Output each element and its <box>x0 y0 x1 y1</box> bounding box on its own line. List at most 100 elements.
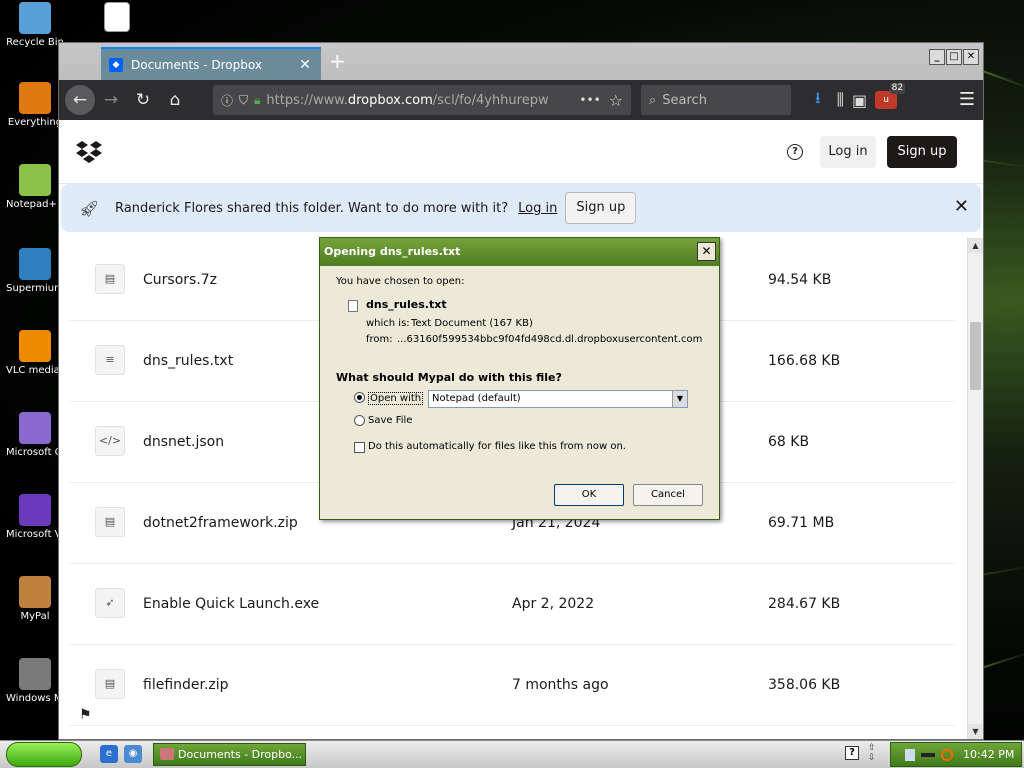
desktop-icon[interactable]: MyPal <box>6 576 64 623</box>
back-button[interactable]: ← <box>65 85 95 115</box>
dialog-filename: dns_rules.txt <box>366 298 447 311</box>
text-file-icon: ≡ <box>95 345 125 375</box>
banner-signup-button[interactable]: Sign up <box>565 192 637 224</box>
desktop-icon-label: Microsoft Office F... <box>6 447 64 458</box>
desktop-icon[interactable]: Notepad++ <box>6 164 64 211</box>
file-name[interactable]: Cursors.7z <box>143 272 217 288</box>
file-name[interactable]: dotnet2framework.zip <box>143 515 298 531</box>
save-file-label[interactable]: Save File <box>368 415 412 426</box>
desktop-icon-label: Windows Movie Maker <box>6 693 64 704</box>
reload-button[interactable]: ↻ <box>127 90 159 110</box>
file-size: 166.68 KB <box>768 353 841 369</box>
desktop-icon-label: MyPal <box>20 611 50 622</box>
search-placeholder: Search <box>662 92 707 108</box>
library-icon[interactable]: ⫼ <box>837 90 844 110</box>
maximize-button[interactable]: □ <box>946 49 962 65</box>
tray-arrows-icon[interactable]: ⇧ ⇩ <box>868 743 876 763</box>
forward-button[interactable]: → <box>95 90 127 110</box>
banner-message: Randerick Flores shared this folder. Wan… <box>115 200 509 216</box>
file-name[interactable]: filefinder.zip <box>143 677 229 693</box>
desktop-icon-label: Notepad++ <box>6 199 64 210</box>
download-icon[interactable]: ⭳ <box>815 87 821 114</box>
dropdown-arrow-icon[interactable]: ▼ <box>672 391 687 407</box>
sidebar-icon[interactable]: ▣ <box>852 91 867 110</box>
flag-icon[interactable]: ⚑ <box>79 707 92 723</box>
open-with-radio[interactable] <box>354 392 365 403</box>
tab-dropbox[interactable]: ◆ Documents - Dropbox ✕ <box>101 47 321 80</box>
clock[interactable]: 10:42 PM <box>963 743 1014 766</box>
desktop-icon[interactable]: Supermium <box>6 248 64 295</box>
media-icon[interactable]: ◉ <box>124 745 142 763</box>
dialog-close-button[interactable]: ✕ <box>697 242 716 261</box>
everything-icon <box>19 82 51 114</box>
navigation-toolbar: ← → ↻ ⌂ ⓘ ⛉ 🔒︎ https://www.dropbox.com/s… <box>59 80 983 120</box>
desktop-icon[interactable]: Everything <box>6 82 64 129</box>
scroll-up-arrow-icon[interactable]: ▲ <box>968 238 983 253</box>
search-icon: ⌕ <box>649 92 657 108</box>
back-arrow-icon: ← <box>72 90 88 110</box>
banner-login-link[interactable]: Log in <box>518 201 557 216</box>
file-size: 358.06 KB <box>768 677 841 693</box>
url-text[interactable]: https://www.dropbox.com/scl/fo/4yhhurepw <box>266 93 579 108</box>
page-actions-icon[interactable]: ••• <box>579 93 600 107</box>
everything-tray-icon[interactable] <box>941 748 953 761</box>
open-with-app-value: Notepad (default) <box>432 393 521 404</box>
file-size: 68 KB <box>768 434 810 450</box>
file-name[interactable]: dnsnet.json <box>143 434 224 450</box>
header-login-button[interactable]: Log in <box>820 136 876 168</box>
cancel-button[interactable]: Cancel <box>633 484 703 506</box>
battery-icon[interactable] <box>921 752 935 757</box>
new-tab-button[interactable]: + <box>329 51 346 71</box>
start-button[interactable] <box>6 742 82 767</box>
home-button[interactable]: ⌂ <box>159 90 191 110</box>
rocket-icon: 🚀︎ <box>79 198 100 218</box>
supermium-icon <box>19 248 51 280</box>
scrollbar-thumb[interactable] <box>970 322 981 390</box>
network-icon[interactable] <box>905 748 915 761</box>
open-with-app-select[interactable]: Notepad (default) ▼ <box>428 390 688 408</box>
desktop-icon[interactable]: VLC media player <box>6 330 64 377</box>
minimize-button[interactable]: _ <box>929 49 945 65</box>
help-tray-icon[interactable]: ? <box>845 746 859 760</box>
vlc-icon <box>19 330 51 362</box>
auto-action-label[interactable]: Do this automatically for files like thi… <box>368 441 626 452</box>
dialog-title: Opening dns_rules.txt <box>320 238 719 266</box>
info-icon[interactable]: ⓘ <box>221 92 233 109</box>
bookmark-star-icon[interactable]: ☆ <box>609 91 623 110</box>
desktop-icon[interactable]: Microsoft Office F... <box>6 412 64 459</box>
tab-close-icon[interactable]: ✕ <box>297 57 313 73</box>
desktop-icon[interactable]: Windows Movie Maker <box>6 658 64 705</box>
file-size: 94.54 KB <box>768 272 832 288</box>
file-name[interactable]: dns_rules.txt <box>143 353 233 369</box>
desktop-icon-file[interactable] <box>88 2 146 35</box>
help-icon[interactable]: ? <box>787 144 803 160</box>
url-bar[interactable]: ⓘ ⛉ 🔒︎ https://www.dropbox.com/scl/fo/4y… <box>213 85 631 115</box>
dropbox-logo-icon[interactable] <box>75 138 103 166</box>
hamburger-menu-icon[interactable]: ☰ <box>959 80 975 120</box>
desktop-icon[interactable]: Microsoft Visual Studio 20... <box>6 494 64 541</box>
internet-explorer-icon[interactable]: e <box>100 745 118 763</box>
ok-button[interactable]: OK <box>554 484 624 506</box>
scroll-down-arrow-icon[interactable]: ▼ <box>968 724 983 739</box>
save-file-radio[interactable] <box>354 415 365 426</box>
which-is-value: Text Document (167 KB) <box>411 318 533 329</box>
ublock-icon[interactable]: u 82 <box>875 83 906 109</box>
window-controls: _ □ ✕ <box>929 49 979 65</box>
file-row[interactable]: ▤ filefinder.zip 7 months ago 358.06 KB <box>69 645 955 726</box>
banner-close-icon[interactable]: ✕ <box>954 196 969 217</box>
code-file-icon: </> <box>95 426 125 456</box>
file-row[interactable]: ➶ Enable Quick Launch.exe Apr 2, 2022 284.6… <box>69 564 955 645</box>
window-close-button[interactable]: ✕ <box>963 49 979 65</box>
search-box[interactable]: ⌕ Search <box>641 85 791 115</box>
dialog-intro: You have chosen to open: <box>336 276 465 287</box>
auto-action-checkbox[interactable] <box>354 442 365 453</box>
text-file-icon <box>348 300 358 312</box>
desktop-icon[interactable]: Recycle Bin <box>6 2 64 49</box>
shield-icon[interactable]: ⛉ <box>239 93 248 108</box>
header-signup-button[interactable]: Sign up <box>887 136 957 168</box>
lock-icon[interactable]: 🔒︎ <box>254 93 260 108</box>
page-scrollbar[interactable]: ▲ ▼ <box>967 238 983 739</box>
file-name[interactable]: Enable Quick Launch.exe <box>143 596 319 612</box>
taskbar-task-dropbox[interactable]: Documents - Dropbo... <box>153 743 306 766</box>
open-with-label[interactable]: Open with <box>368 392 424 405</box>
